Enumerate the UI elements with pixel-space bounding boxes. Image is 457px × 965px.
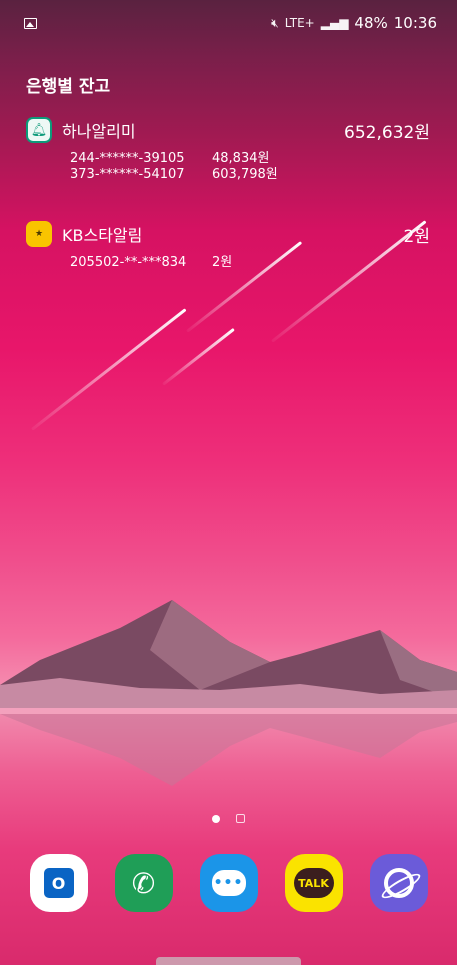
account-number: 244-******-39105 [70, 151, 185, 166]
meteor [162, 327, 235, 386]
messages-app-icon[interactable]: ••• [199, 854, 258, 912]
bank-name: 하나알리미 [62, 122, 136, 141]
hana-bell-icon: 🔔︎ [26, 117, 52, 143]
kb-star-icon: ★ [26, 221, 52, 247]
bank-total: 2원 [403, 226, 430, 247]
outlook-app-icon[interactable]: O [29, 854, 88, 912]
page-indicator[interactable] [0, 814, 457, 823]
battery-percent: 48% [354, 14, 388, 32]
bank-hana[interactable]: 🔔︎ 하나알리미 652,632원 244-******-39105 48,83… [26, 117, 430, 183]
planet-icon [383, 868, 414, 898]
clock: 10:36 [393, 14, 437, 32]
phone-handset-icon: ✆ [131, 866, 156, 900]
account-balance: 603,798원 [212, 167, 278, 182]
internet-app-icon[interactable] [369, 854, 428, 912]
account-balance: 2원 [212, 255, 233, 270]
mountain-landscape [0, 600, 457, 786]
bank-name: KB스타알림 [62, 226, 143, 245]
navigation-handle[interactable] [156, 957, 301, 965]
signal-icon: ▂▄▆ [320, 16, 349, 30]
account-row[interactable]: 373-******-54107 603,798원 [70, 167, 430, 183]
bank-balance-widget[interactable]: 은행별 잔고 🔔︎ 하나알리미 652,632원 244-******-3910… [26, 72, 430, 309]
home-page-icon[interactable] [236, 814, 245, 823]
status-right: 🔇︎ LTE+ ▂▄▆ 48% 10:36 [271, 14, 437, 32]
mute-icon: 🔇︎ [271, 15, 279, 30]
account-number: 205502-**-***834 [70, 255, 187, 270]
network-type: LTE+ [284, 16, 315, 30]
status-bar: 🔇︎ LTE+ ▂▄▆ 48% 10:36 [0, 0, 457, 46]
app-dock: O ✆ ••• TALK [0, 854, 457, 912]
outlook-logo: O [43, 868, 74, 898]
gallery-icon [24, 17, 37, 29]
bank-total: 652,632원 [344, 122, 430, 143]
page-dot-active[interactable] [212, 814, 220, 823]
chat-bubble-icon: ••• [211, 870, 246, 896]
account-list: 205502-**-***834 2원 [26, 255, 430, 271]
kakao-talk-logo: TALK [293, 868, 334, 898]
phone-app-icon[interactable]: ✆ [114, 854, 173, 912]
account-row[interactable]: 205502-**-***834 2원 [70, 255, 430, 271]
account-balance: 48,834원 [212, 151, 270, 166]
account-number: 373-******-54107 [70, 167, 185, 182]
widget-title: 은행별 잔고 [26, 77, 111, 97]
kakaotalk-app-icon[interactable]: TALK [284, 854, 343, 912]
meteor [31, 308, 187, 431]
bank-kb[interactable]: ★ KB스타알림 2원 205502-**-***834 2원 [26, 221, 430, 271]
account-row[interactable]: 244-******-39105 48,834원 [70, 151, 430, 167]
account-list: 244-******-39105 48,834원 373-******-5410… [26, 151, 430, 183]
